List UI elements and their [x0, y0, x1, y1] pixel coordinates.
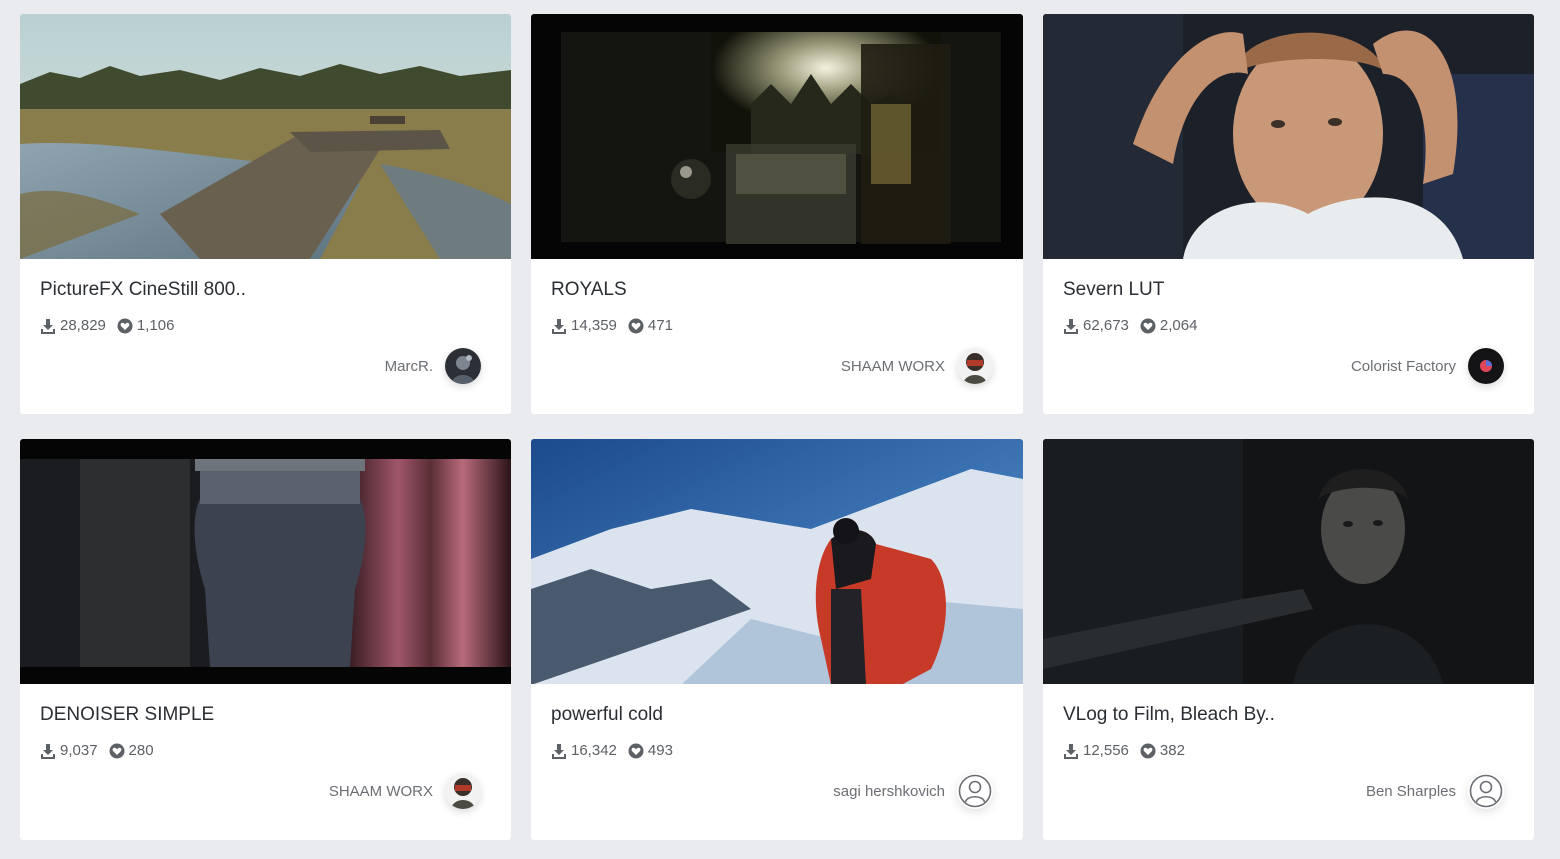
lut-card[interactable]: DENOISER SIMPLE 9,037 280 SHAAM WORX [20, 439, 511, 840]
lut-title[interactable]: Severn LUT [1063, 279, 1164, 301]
download-icon [1064, 318, 1078, 334]
author-name[interactable]: MarcR. [385, 358, 433, 375]
author-avatar[interactable] [957, 348, 993, 384]
lut-title[interactable]: powerful cold [551, 704, 663, 726]
author-name[interactable]: SHAAM WORX [329, 783, 433, 800]
author-name[interactable]: SHAAM WORX [841, 358, 945, 375]
download-icon [552, 743, 566, 759]
lut-stats: 28,829 1,106 [40, 317, 185, 334]
lut-title[interactable]: DENOISER SIMPLE [40, 704, 214, 726]
user-placeholder-icon [958, 774, 992, 808]
lut-preview-image[interactable] [531, 439, 1023, 684]
lut-preview-image[interactable] [20, 14, 511, 259]
download-count: 14,359 [551, 317, 617, 334]
lut-title[interactable]: ROYALS [551, 279, 627, 301]
like-count: 382 [1140, 742, 1185, 759]
author-name[interactable]: Colorist Factory [1351, 358, 1456, 375]
download-icon [552, 318, 566, 334]
download-icon [1064, 743, 1078, 759]
like-count: 2,064 [1140, 317, 1197, 334]
author-name[interactable]: Ben Sharples [1366, 783, 1456, 800]
author-avatar[interactable] [445, 773, 481, 809]
like-count: 280 [109, 742, 154, 759]
lut-title[interactable]: PictureFX CineStill 800.. [40, 279, 246, 301]
author-avatar[interactable] [1468, 773, 1504, 809]
lut-stats: 9,037 280 [40, 742, 165, 759]
like-count: 493 [628, 742, 673, 759]
lut-preview-image[interactable] [1043, 14, 1534, 259]
lut-card[interactable]: VLog to Film, Bleach By.. 12,556 382 Ben… [1043, 439, 1534, 840]
download-count: 16,342 [551, 742, 617, 759]
author-link[interactable]: MarcR. [385, 348, 481, 384]
user-placeholder-icon [1469, 774, 1503, 808]
lut-title[interactable]: VLog to Film, Bleach By.. [1063, 704, 1275, 726]
heart-icon [1140, 743, 1156, 758]
heart-icon [117, 318, 133, 333]
lut-preview-image[interactable] [20, 439, 511, 684]
heart-icon [628, 318, 644, 333]
lut-card[interactable]: ROYALS 14,359 471 SHAAM WORX [531, 14, 1023, 414]
author-avatar[interactable] [957, 773, 993, 809]
download-count: 62,673 [1063, 317, 1129, 334]
download-icon [41, 743, 55, 759]
like-count: 1,106 [117, 317, 174, 334]
heart-icon [109, 743, 125, 758]
lut-preview-image[interactable] [531, 14, 1023, 259]
lut-card[interactable]: Severn LUT 62,673 2,064 Colorist Factory [1043, 14, 1534, 414]
lut-stats: 62,673 2,064 [1063, 317, 1208, 334]
lut-stats: 16,342 493 [551, 742, 684, 759]
lut-stats: 12,556 382 [1063, 742, 1196, 759]
lut-card[interactable]: PictureFX CineStill 800.. 28,829 1,106 M… [20, 14, 511, 414]
download-icon [41, 318, 55, 334]
author-link[interactable]: SHAAM WORX [329, 773, 481, 809]
author-link[interactable]: SHAAM WORX [841, 348, 993, 384]
author-avatar[interactable] [1468, 348, 1504, 384]
lut-grid: PictureFX CineStill 800.. 28,829 1,106 M… [20, 14, 1534, 840]
heart-icon [1140, 318, 1156, 333]
author-avatar[interactable] [445, 348, 481, 384]
download-count: 9,037 [40, 742, 98, 759]
author-link[interactable]: Ben Sharples [1366, 773, 1504, 809]
author-link[interactable]: Colorist Factory [1351, 348, 1504, 384]
download-count: 28,829 [40, 317, 106, 334]
download-count: 12,556 [1063, 742, 1129, 759]
lut-card[interactable]: powerful cold 16,342 493 sagi hershkovic… [531, 439, 1023, 840]
author-name[interactable]: sagi hershkovich [833, 783, 945, 800]
heart-icon [628, 743, 644, 758]
like-count: 471 [628, 317, 673, 334]
lut-preview-image[interactable] [1043, 439, 1534, 684]
lut-stats: 14,359 471 [551, 317, 684, 334]
author-link[interactable]: sagi hershkovich [833, 773, 993, 809]
